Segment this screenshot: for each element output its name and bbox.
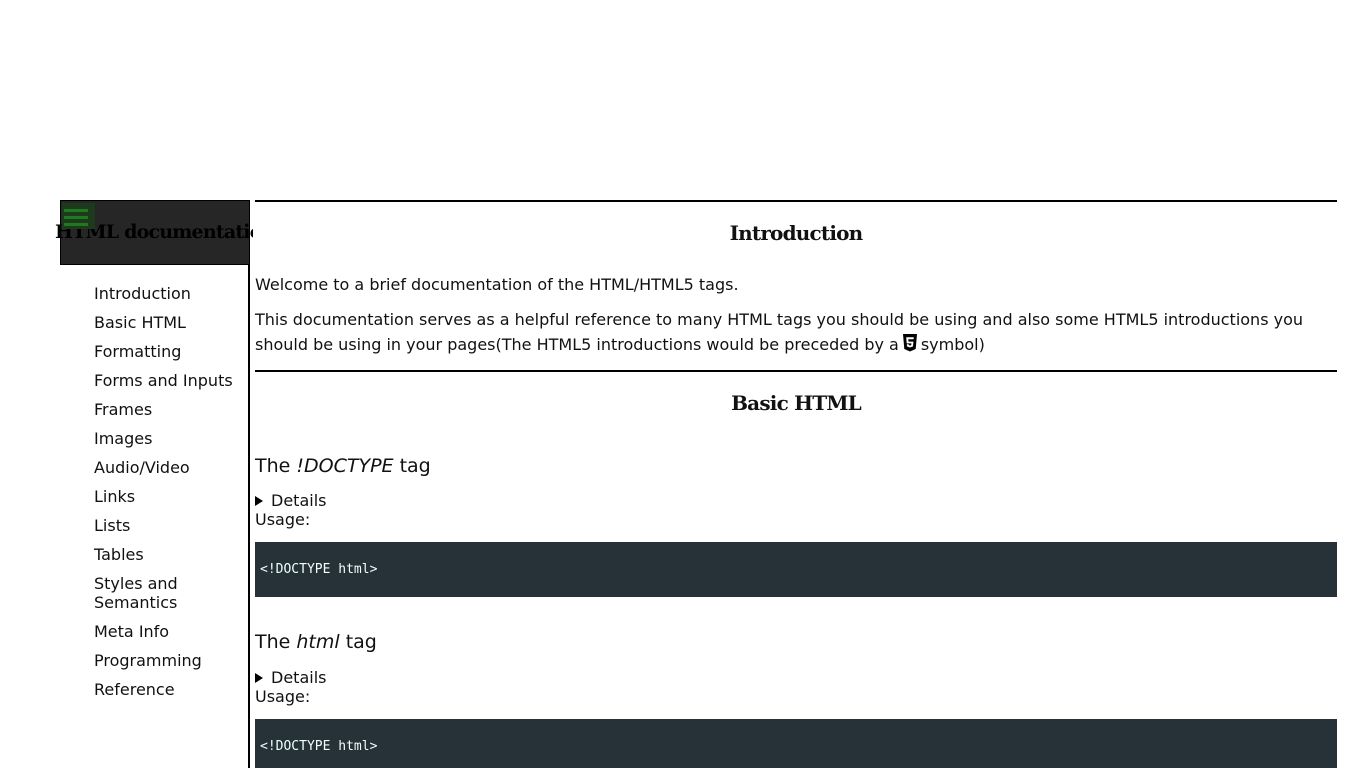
tag-heading-prefix: The [255,455,291,477]
tag-heading-prefix: The [255,631,291,653]
nav-link-formatting[interactable]: Formatting [94,342,244,361]
nav-link-styles-and-semantics[interactable]: Styles and Semantics [94,574,194,612]
tag-heading-suffix: tag [345,631,377,653]
nav-link-meta-info[interactable]: Meta Info [94,622,244,641]
sidebar-header: HTML documentation [55,200,253,265]
intro-paragraph-2: This documentation serves as a helpful r… [255,307,1337,357]
nav-link-forms-and-inputs[interactable]: Forms and Inputs [94,371,244,390]
disclosure-triangle-icon [255,673,263,683]
code-text: <!DOCTYPE html> [260,739,378,754]
details-toggle[interactable]: Details [255,668,1337,687]
section-introduction: Introduction Welcome to a brief document… [255,200,1337,357]
section-basic-html: Basic HTML The !DOCTYPE tag Details Usag… [255,370,1337,768]
tag-name: html [296,631,340,653]
nav-link-links[interactable]: Links [94,487,244,506]
intro-text: This documentation serves as a helpful r… [255,310,1304,354]
details-label: Details [271,668,327,687]
section-heading: Introduction [729,221,864,245]
tag-heading-suffix: tag [399,455,431,477]
tag-name: !DOCTYPE [296,455,394,477]
tag-heading: The html tag [255,629,1337,655]
section-divider [255,370,1337,372]
tag-heading: The !DOCTYPE tag [255,453,1337,479]
hamburger-menu-icon[interactable] [62,203,95,229]
usage-label: Usage: [255,687,311,706]
disclosure-triangle-icon [255,496,263,506]
details-toggle[interactable]: Details [255,491,1337,510]
page: HTML documentation Introduction Basic HT… [0,0,1366,768]
nav-link-images[interactable]: Images [94,429,244,448]
nav-link-introduction[interactable]: Introduction [94,284,244,303]
intro-paragraph: Welcome to a brief documentation of the … [255,275,739,294]
nav-link-programming[interactable]: Programming [94,651,244,670]
main-content: Introduction Welcome to a brief document… [255,200,1337,768]
nav-link-basic-html[interactable]: Basic HTML [94,313,244,332]
code-block: <!DOCTYPE html> [255,542,1337,597]
sidebar-menu: Introduction Basic HTML Formatting Forms… [94,284,244,709]
nav-link-audio-video[interactable]: Audio/Video [94,458,244,477]
sidebar-nav: HTML documentation Introduction Basic HT… [55,200,253,768]
html5-icon [902,334,917,352]
nav-link-lists[interactable]: Lists [94,516,244,535]
nav-link-reference[interactable]: Reference [94,680,244,699]
details-label: Details [271,491,327,510]
tag-entry-doctype: The !DOCTYPE tag Details Usage: <!DOCTYP… [255,453,1337,597]
code-text: <!DOCTYPE html> [260,562,378,577]
section-divider [255,200,1337,202]
section-heading: Basic HTML [731,391,862,415]
nav-link-tables[interactable]: Tables [94,545,244,564]
usage-label: Usage: [255,510,311,529]
intro-text-end: symbol) [920,335,985,354]
code-block: <!DOCTYPE html> [255,719,1337,768]
tag-entry-html: The html tag Details Usage: <!DOCTYPE ht… [255,629,1337,768]
nav-link-frames[interactable]: Frames [94,400,244,419]
